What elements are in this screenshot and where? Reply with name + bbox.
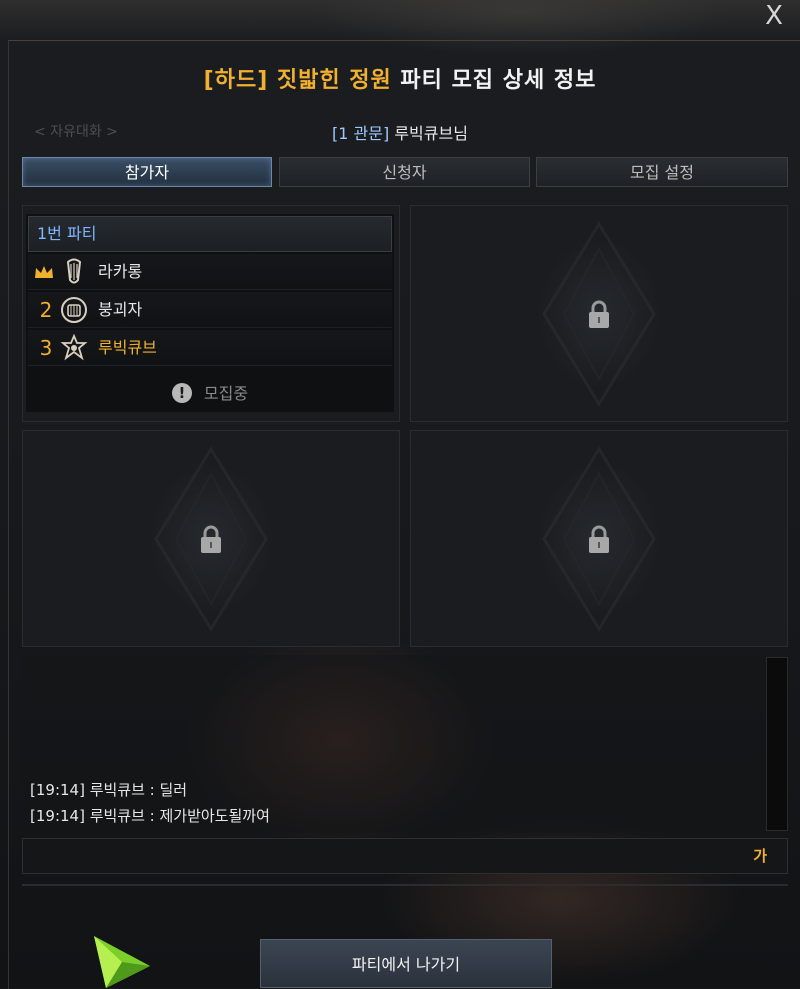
lock-icon — [589, 525, 609, 553]
chat-scrollbar[interactable] — [766, 657, 788, 831]
member-name-self: 루빅큐브 — [98, 338, 157, 357]
input-language-toggle[interactable]: 가 — [753, 839, 767, 873]
member-slot-number: 2 — [39, 298, 53, 322]
member-name: 라카롱 — [98, 262, 143, 281]
member-slot-number: 3 — [39, 336, 53, 360]
title-suffix: 파티 모집 상세 정보 — [391, 68, 597, 93]
party-leader-line: [1 관문] 루빅큐브님 — [0, 120, 800, 144]
divider — [22, 884, 788, 886]
leader-name: 루빅큐브님 — [389, 124, 468, 143]
member-name: 붕괴자 — [98, 300, 143, 319]
recruiting-status: ! 모집중 — [28, 378, 392, 410]
lock-icon — [589, 300, 609, 328]
party-slot-locked — [410, 205, 788, 422]
party-member-row[interactable]: 3 루빅큐브 — [28, 330, 392, 366]
tab-bar: 참가자 신청자 모집 설정 — [22, 157, 788, 189]
lock-icon — [201, 525, 221, 553]
title-raid-name: [하드] 짓밟힌 정원 — [203, 68, 392, 93]
area-tag: [1 관문] — [332, 124, 390, 143]
chat-message: [19:14] 루빅큐브 : 제가받아도될까여 — [30, 807, 270, 825]
class-emblem-icon — [60, 334, 88, 361]
tab-applicants[interactable]: 신청자 — [279, 157, 530, 187]
chat-log: [19:14] 루빅큐브 : 딜러 [19:14] 루빅큐브 : 제가받아도될까… — [22, 655, 766, 833]
window-title: [하드] 짓밟힌 정원 파티 모집 상세 정보 — [0, 62, 800, 94]
recruiting-label: 모집중 — [203, 384, 249, 403]
tab-recruit-settings[interactable]: 모집 설정 — [536, 157, 788, 187]
tab-participants[interactable]: 참가자 — [22, 157, 272, 187]
party-slot-locked — [410, 430, 788, 647]
window-top-bar — [0, 0, 800, 40]
close-button[interactable]: X — [758, 2, 790, 30]
destroyer-class-icon — [61, 297, 87, 323]
exclamation-icon: ! — [171, 382, 192, 403]
chat-input[interactable]: 가 — [22, 838, 788, 874]
party-member-row[interactable]: 2 붕괴자 — [28, 292, 392, 328]
gem-icon — [94, 936, 150, 988]
party-member-row[interactable]: 라카롱 — [28, 254, 392, 290]
party-header: 1번 파티 — [28, 216, 392, 252]
chat-message: [19:14] 루빅큐브 : 딜러 — [30, 781, 188, 799]
crown-icon — [35, 266, 53, 278]
party-panel: 1번 파티 라카롱 2 붕괴자 3 루빅큐브 ! 모집중 — [26, 214, 394, 412]
bard-class-icon — [66, 258, 82, 284]
leave-party-button[interactable]: 파티에서 나가기 — [260, 939, 552, 988]
party-slot-locked — [22, 430, 400, 647]
